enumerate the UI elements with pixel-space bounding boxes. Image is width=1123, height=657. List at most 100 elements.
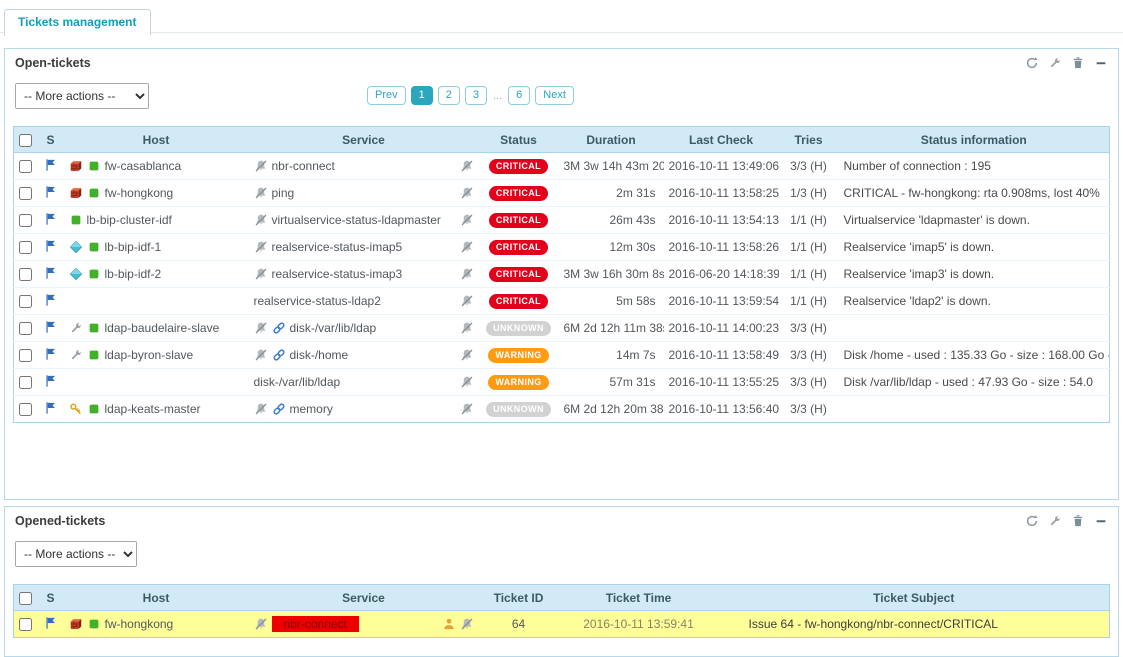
pagination-page-2[interactable]: 2 — [438, 86, 460, 105]
row-checkbox[interactable] — [19, 187, 32, 200]
host-name[interactable]: ldap-keats-master — [105, 402, 201, 416]
row-checkbox[interactable] — [19, 160, 32, 173]
row-checkbox[interactable] — [19, 376, 32, 389]
service-name[interactable]: nbr-connect — [272, 616, 359, 632]
row-select-cell — [14, 288, 38, 315]
status-information-cell: CRITICAL - fw-hongkong: rta 0.908ms, los… — [839, 180, 1110, 207]
host-name[interactable]: lb-bip-idf-2 — [105, 267, 162, 281]
duration-cell: 14m 7s — [559, 342, 664, 369]
row-checkbox[interactable] — [19, 322, 32, 335]
firewall-icon — [69, 159, 83, 173]
flag-icon — [44, 185, 58, 199]
select-all-checkbox[interactable] — [19, 592, 32, 605]
column-header-ticket-subject[interactable]: Ticket Subject — [719, 585, 1110, 611]
more-actions-select[interactable]: -- More actions -- — [15, 541, 137, 567]
duration-cell: 26m 43s — [559, 207, 664, 234]
severity-cell — [38, 207, 64, 234]
bell-mute-icon — [254, 186, 268, 200]
host-name[interactable]: fw-casablanca — [105, 159, 182, 173]
host-name[interactable]: fw-hongkong — [105, 186, 174, 200]
open-tickets-toolbar: -- More actions -- Prev 123...6 Next — [15, 83, 1108, 110]
row-checkbox[interactable] — [19, 349, 32, 362]
service-name[interactable]: ping — [272, 186, 295, 200]
row-checkbox[interactable] — [19, 268, 32, 281]
status-ok-icon — [87, 186, 101, 200]
row-checkbox[interactable] — [19, 214, 32, 227]
severity-cell — [38, 153, 64, 180]
wrench-icon[interactable] — [1048, 514, 1062, 528]
host-cell — [64, 369, 249, 396]
collapse-icon[interactable] — [1094, 56, 1108, 70]
column-header-service[interactable]: Service — [249, 585, 479, 611]
service-name[interactable]: virtualservice-status-ldapmaster — [272, 213, 441, 227]
link-icon — [272, 348, 286, 362]
collapse-icon[interactable] — [1094, 514, 1108, 528]
host-cell — [64, 288, 249, 315]
column-header-ticket-time[interactable]: Ticket Time — [559, 585, 719, 611]
trash-icon[interactable] — [1071, 514, 1085, 528]
column-header-host[interactable]: Host — [64, 585, 249, 611]
column-header-status-information[interactable]: Status information — [839, 127, 1110, 153]
host-name[interactable]: lb-bip-cluster-idf — [87, 213, 172, 227]
column-header-service[interactable]: Service — [249, 127, 479, 153]
row-select-cell — [14, 207, 38, 234]
service-name[interactable]: realservice-status-imap5 — [272, 240, 403, 254]
last-check-cell: 2016-10-11 13:58:25 — [664, 180, 779, 207]
row-checkbox[interactable] — [19, 295, 32, 308]
column-header-tries[interactable]: Tries — [779, 127, 839, 153]
open-ticket-row: lb-bip-cluster-idf virtualservice-status-… — [14, 207, 1110, 234]
duration-cell: 5m 58s — [559, 288, 664, 315]
pagination-page-3[interactable]: 3 — [465, 86, 487, 105]
service-cell: nbr-connect — [249, 611, 479, 638]
pagination-prev-button[interactable]: Prev — [367, 86, 406, 105]
refresh-icon[interactable] — [1025, 56, 1039, 70]
status-ok-icon — [87, 240, 101, 254]
column-header-status[interactable]: Status — [479, 127, 559, 153]
column-header-host[interactable]: Host — [64, 127, 249, 153]
select-all-checkbox[interactable] — [19, 134, 32, 147]
column-header-ticket-id[interactable]: Ticket ID — [479, 585, 559, 611]
opened-ticket-row: fw-hongkongnbr-connect642016-10-11 13:59… — [14, 611, 1110, 638]
flag-icon — [44, 320, 58, 334]
service-cell: memory — [249, 396, 479, 423]
column-header-duration[interactable]: Duration — [559, 127, 664, 153]
service-name[interactable]: disk-/var/lib/ldap — [290, 321, 377, 335]
row-select-cell — [14, 342, 38, 369]
column-header-s[interactable]: S — [38, 585, 64, 611]
refresh-icon[interactable] — [1025, 514, 1039, 528]
host-name[interactable]: ldap-baudelaire-slave — [105, 321, 220, 335]
pagination-page-6[interactable]: 6 — [508, 86, 530, 105]
more-actions-select[interactable]: -- More actions -- — [15, 83, 149, 109]
last-check-cell: 2016-10-11 14:00:23 — [664, 315, 779, 342]
host-name[interactable]: lb-bip-idf-1 — [105, 240, 162, 254]
row-checkbox[interactable] — [19, 403, 32, 416]
bell-mute-icon — [254, 321, 268, 335]
service-cell: ping — [249, 180, 479, 207]
service-name[interactable]: realservice-status-imap3 — [272, 267, 403, 281]
host-name[interactable]: ldap-byron-slave — [105, 348, 194, 362]
pagination-next-button[interactable]: Next — [535, 86, 574, 105]
trash-icon[interactable] — [1071, 56, 1085, 70]
row-checkbox[interactable] — [19, 241, 32, 254]
status-information-cell: Virtualservice 'ldapmaster' is down. — [839, 207, 1110, 234]
service-name[interactable]: disk-/var/lib/ldap — [254, 375, 341, 389]
service-name[interactable]: disk-/home — [290, 348, 349, 362]
bell-mute-icon — [460, 186, 474, 200]
last-check-cell: 2016-10-11 13:56:40 — [664, 396, 779, 423]
service-name[interactable]: nbr-connect — [272, 159, 335, 173]
row-checkbox[interactable] — [19, 618, 32, 631]
bell-mute-icon — [254, 617, 268, 631]
flag-icon — [44, 266, 58, 280]
opened-tickets-header-row: SHostServiceTicket IDTicket TimeTicket S… — [14, 585, 1110, 611]
pagination-page-1[interactable]: 1 — [411, 86, 433, 105]
tab-tickets-management[interactable]: Tickets management — [4, 9, 151, 36]
status-cell: WARNING — [479, 342, 559, 369]
column-header-s[interactable]: S — [38, 127, 64, 153]
status-cell: CRITICAL — [479, 207, 559, 234]
host-name[interactable]: fw-hongkong — [105, 617, 174, 631]
service-name[interactable]: memory — [290, 402, 333, 416]
bell-mute-icon — [460, 267, 474, 281]
wrench-icon[interactable] — [1048, 56, 1062, 70]
service-name[interactable]: realservice-status-ldap2 — [254, 294, 381, 308]
column-header-last-check[interactable]: Last Check — [664, 127, 779, 153]
